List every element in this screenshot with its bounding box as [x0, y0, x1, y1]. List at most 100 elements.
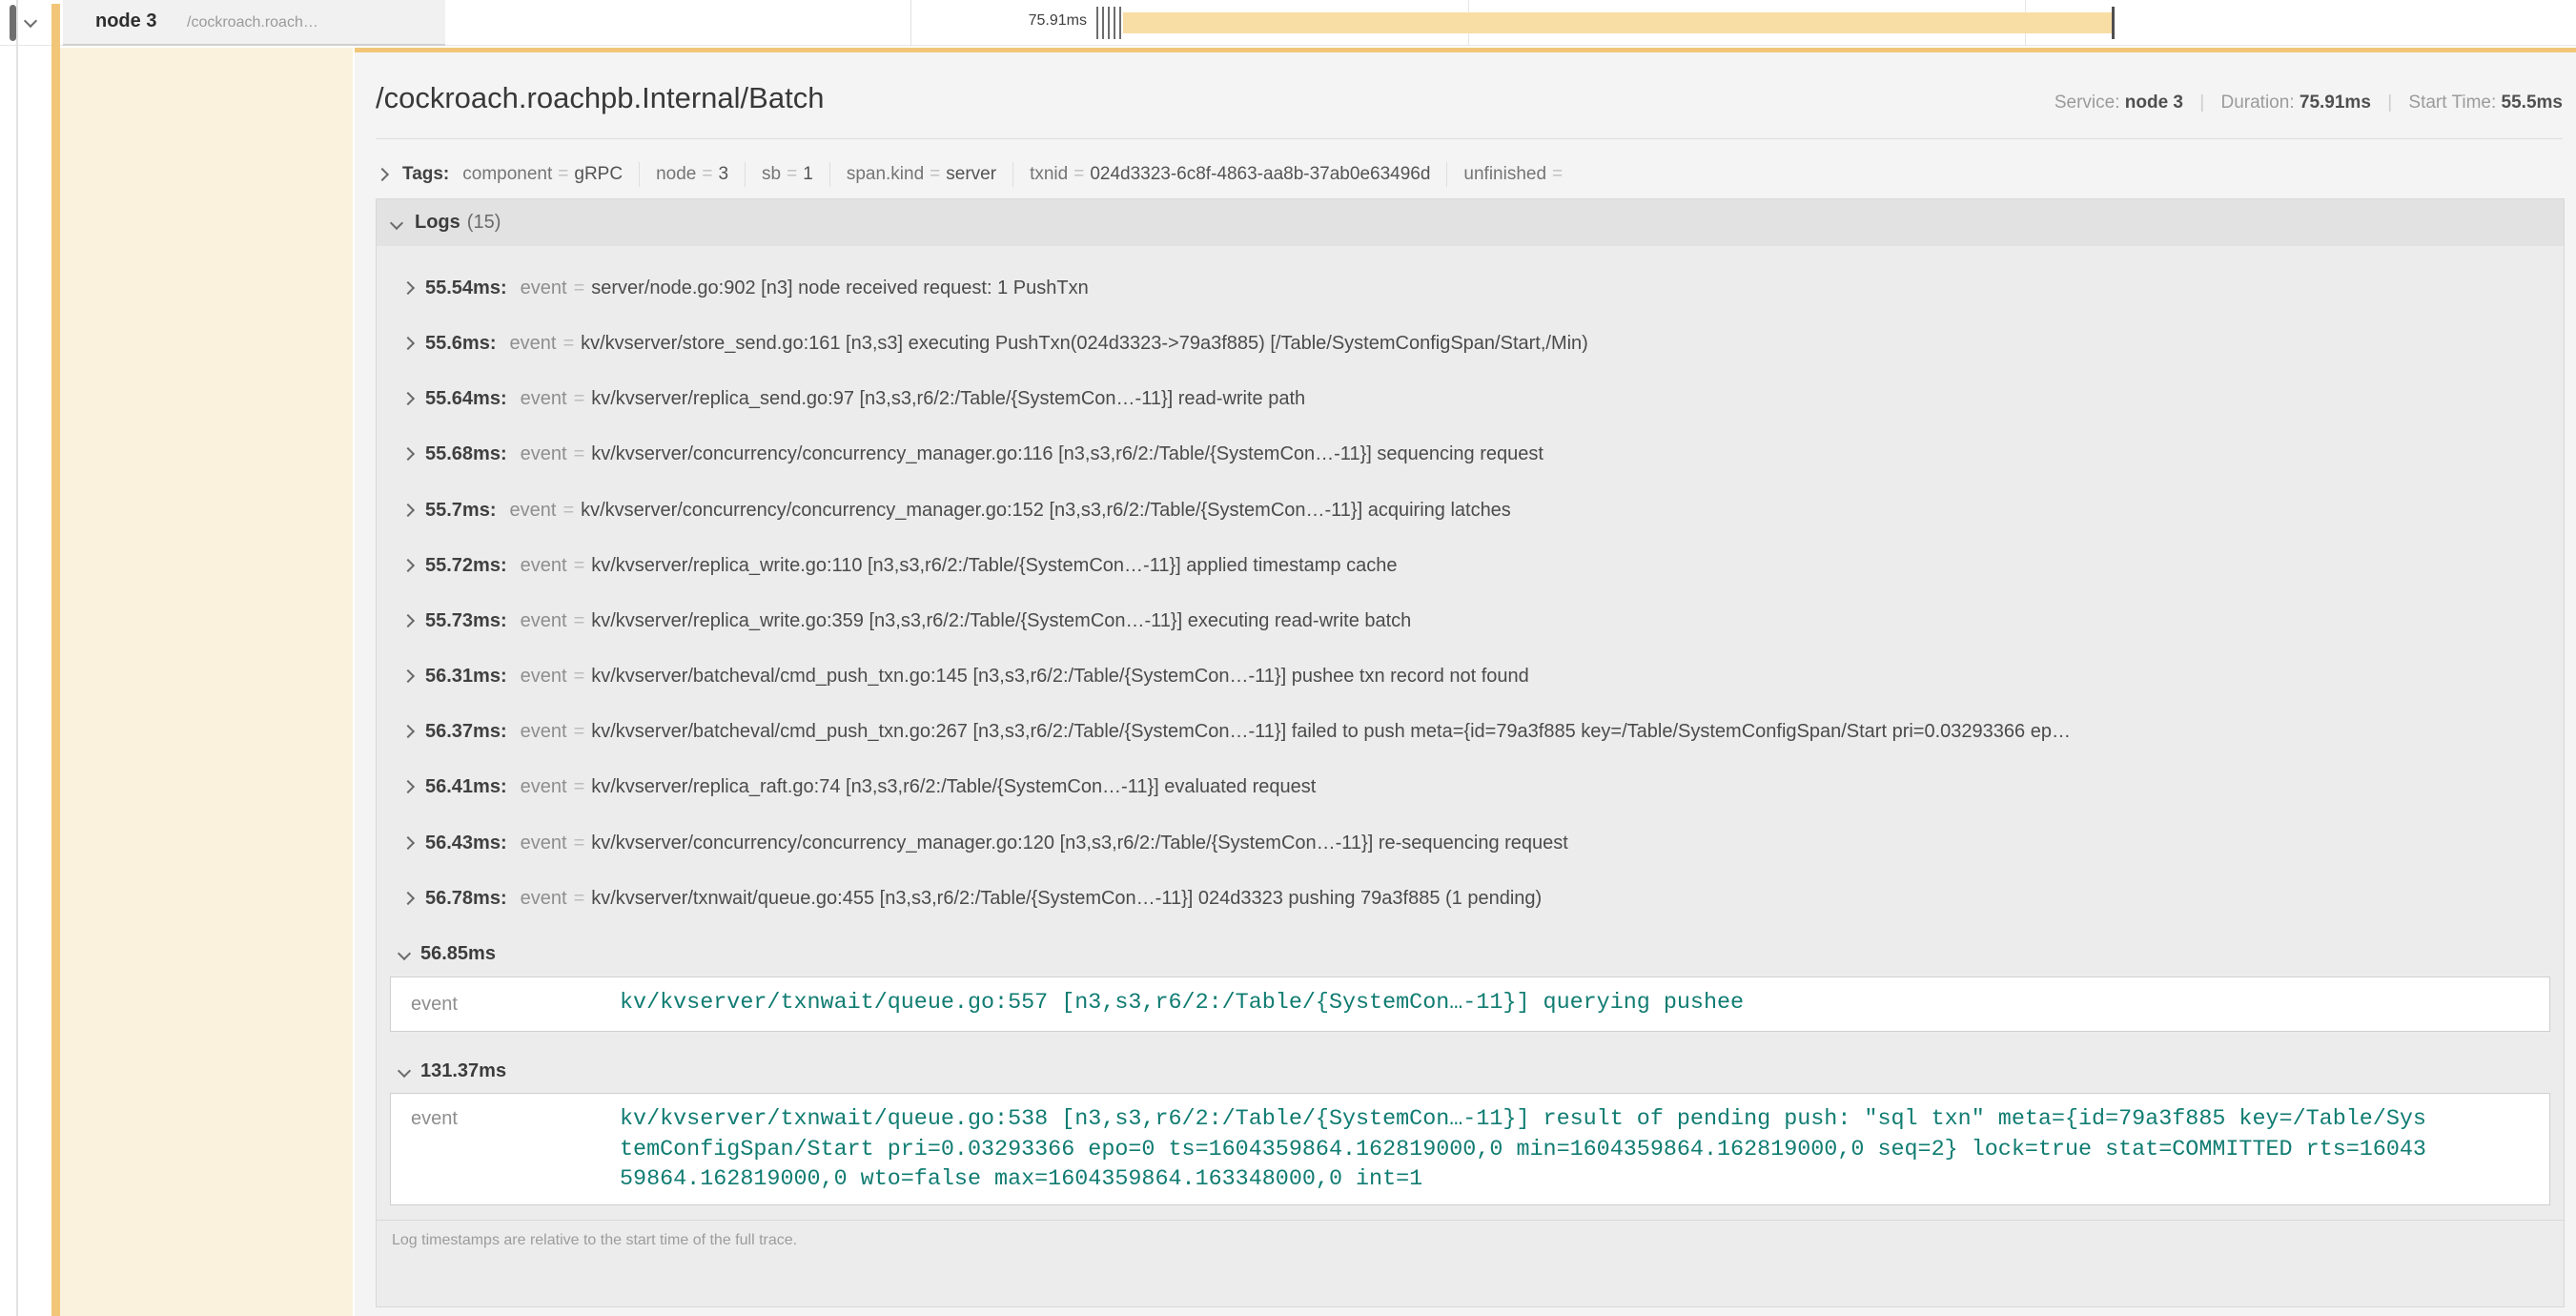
tag-key: unfinished: [1463, 164, 1546, 184]
log-field-value: kv/kvserver/concurrency/concurrency_mana…: [581, 500, 1511, 522]
column-divider: [910, 0, 911, 46]
tag-divider: [745, 162, 746, 187]
span-accent-strip[interactable]: [51, 4, 60, 1316]
duration-label: Duration:: [2221, 93, 2295, 113]
log-timestamp: 56.78ms:: [425, 888, 507, 910]
log-entry-row[interactable]: 55.73ms:event=kv/kvserver/replica_write.…: [377, 593, 2564, 648]
expand-log-icon[interactable]: [401, 504, 415, 517]
log-entry-row[interactable]: 56.37ms:event=kv/kvserver/batcheval/cmd_…: [377, 704, 2564, 759]
log-field-value: kv/kvserver/concurrency/concurrency_mana…: [591, 443, 1544, 465]
span-name-cell[interactable]: node 3 /cockroach.roach…: [63, 0, 445, 46]
log-field-key: event: [521, 555, 567, 577]
span-row[interactable]: node 3 /cockroach.roach… 75.91ms: [0, 0, 2576, 46]
expand-log-icon[interactable]: [401, 725, 415, 738]
log-entry-row[interactable]: 55.7ms:event=kv/kvserver/concurrency/con…: [377, 483, 2564, 538]
scrollbar-thumb[interactable]: [10, 5, 16, 41]
expand-log-icon[interactable]: [401, 447, 415, 461]
log-field-value-code: kv/kvserver/txnwait/queue.go:538 [n3,s3,…: [620, 1105, 2426, 1196]
collapse-span-icon[interactable]: [24, 14, 37, 28]
log-field-key: event: [521, 666, 567, 688]
tags-label: Tags:: [402, 164, 449, 185]
span-duration-bar[interactable]: [1123, 12, 2112, 33]
log-entry-row[interactable]: 55.6ms:event=kv/kvserver/store_send.go:1…: [377, 316, 2564, 371]
service-label: Service:: [2055, 93, 2120, 113]
log-field-value: server/node.go:902 [n3] node received re…: [591, 278, 1088, 299]
expand-log-icon[interactable]: [401, 281, 415, 295]
log-field-key: event: [391, 994, 620, 1016]
tag-item: unfinished=: [1463, 164, 1568, 185]
meta-divider: |: [2188, 93, 2216, 113]
log-equals: =: [567, 721, 592, 743]
service-value: node 3: [2125, 93, 2183, 113]
log-entry-row[interactable]: 56.41ms:event=kv/kvserver/replica_raft.g…: [377, 759, 2564, 814]
log-entry-row[interactable]: 55.64ms:event=kv/kvserver/replica_send.g…: [377, 371, 2564, 426]
log-entry-row[interactable]: 56.43ms:event=kv/kvserver/concurrency/co…: [377, 815, 2564, 871]
tag-item: span.kind=server: [847, 164, 996, 185]
span-service-name: node 3: [95, 10, 156, 32]
log-timestamp: 131.37ms: [420, 1060, 506, 1082]
logs-title: Logs: [415, 212, 460, 234]
log-timestamp: 56.41ms:: [425, 776, 507, 798]
log-marker-tick[interactable]: [1119, 7, 1121, 39]
expand-log-icon[interactable]: [401, 780, 415, 793]
log-field-key: event: [521, 833, 567, 854]
tree-guide-line: [16, 0, 18, 1316]
collapse-logs-icon[interactable]: [390, 216, 403, 229]
expand-log-icon[interactable]: [401, 337, 415, 350]
tags-accordion[interactable]: Tags: component=gRPCnode=3sb=1span.kind=…: [378, 159, 2563, 190]
log-entry-row[interactable]: 56.31ms:event=kv/kvserver/batcheval/cmd_…: [377, 648, 2564, 704]
tag-item: node=3: [656, 164, 728, 185]
start-time-label: Start Time:: [2408, 93, 2496, 113]
log-field-value: kv/kvserver/replica_write.go:359 [n3,s3,…: [591, 610, 1411, 632]
tag-equals: =: [552, 164, 574, 184]
tag-value: 024d3323-6c8f-4863-aa8b-37ab0e63496d: [1090, 164, 1430, 184]
expand-log-icon[interactable]: [401, 559, 415, 572]
expand-tags-icon[interactable]: [378, 168, 389, 181]
log-entry-row[interactable]: 55.72ms:event=kv/kvserver/replica_write.…: [377, 538, 2564, 593]
log-marker-tick[interactable]: [1096, 7, 1098, 39]
log-field-value-code: kv/kvserver/txnwait/queue.go:557 [n3,s3,…: [620, 989, 1744, 1019]
log-equals: =: [567, 666, 592, 688]
log-entry-row[interactable]: 55.68ms:event=kv/kvserver/concurrency/co…: [377, 426, 2564, 482]
tags-list: component=gRPCnode=3sb=1span.kind=server…: [462, 162, 1568, 187]
log-timestamp: 55.54ms:: [425, 278, 507, 299]
logs-list: 55.54ms:event=server/node.go:902 [n3] no…: [377, 246, 2564, 1307]
tag-divider: [1446, 162, 1447, 187]
log-equals: =: [567, 776, 592, 798]
expand-log-icon[interactable]: [401, 892, 415, 905]
log-marker-tick[interactable]: [1108, 7, 1110, 39]
log-marker-tick-end[interactable]: [2112, 7, 2115, 39]
expanded-row-tint[interactable]: [60, 48, 353, 1316]
log-field-key: event: [521, 278, 567, 299]
log-field-key: event: [510, 333, 557, 355]
log-field-key: event: [521, 721, 567, 743]
expand-log-icon[interactable]: [401, 836, 415, 850]
expand-log-icon[interactable]: [401, 614, 415, 627]
logs-header[interactable]: Logs (15): [377, 199, 2564, 246]
tag-value: gRPC: [574, 164, 623, 184]
collapse-log-icon[interactable]: [398, 1064, 411, 1078]
expand-log-icon[interactable]: [401, 669, 415, 683]
log-entry-row[interactable]: 55.54ms:event=server/node.go:902 [n3] no…: [377, 260, 2564, 316]
log-field-key: event: [521, 888, 567, 910]
log-equals: =: [567, 388, 592, 410]
log-detail-table: eventkv/kvserver/txnwait/queue.go:557 [n…: [390, 977, 2550, 1032]
tag-equals: =: [924, 164, 946, 184]
span-duration-label: 75.91ms: [963, 12, 1087, 30]
log-marker-tick[interactable]: [1102, 7, 1104, 39]
log-timestamp: 55.6ms:: [425, 333, 497, 355]
collapse-log-icon[interactable]: [398, 947, 411, 960]
expand-log-icon[interactable]: [401, 392, 415, 405]
log-field-key: event: [521, 443, 567, 465]
log-entry-expanded-header[interactable]: 131.37ms: [377, 1052, 2564, 1090]
log-timestamp: 55.68ms:: [425, 443, 507, 465]
tag-divider: [639, 162, 640, 187]
span-meta: Service: node 3 | Duration: 75.91ms | St…: [2055, 93, 2563, 113]
log-entry-row[interactable]: 56.78ms:event=kv/kvserver/txnwait/queue.…: [377, 871, 2564, 926]
log-field-value: kv/kvserver/batcheval/cmd_push_txn.go:14…: [591, 666, 1529, 688]
log-marker-tick[interactable]: [1114, 7, 1115, 39]
tag-item: txnid=024d3323-6c8f-4863-aa8b-37ab0e6349…: [1030, 164, 1430, 185]
log-field-key: event: [521, 610, 567, 632]
log-timestamp: 55.72ms:: [425, 555, 507, 577]
log-entry-expanded-header[interactable]: 56.85ms: [377, 935, 2564, 973]
